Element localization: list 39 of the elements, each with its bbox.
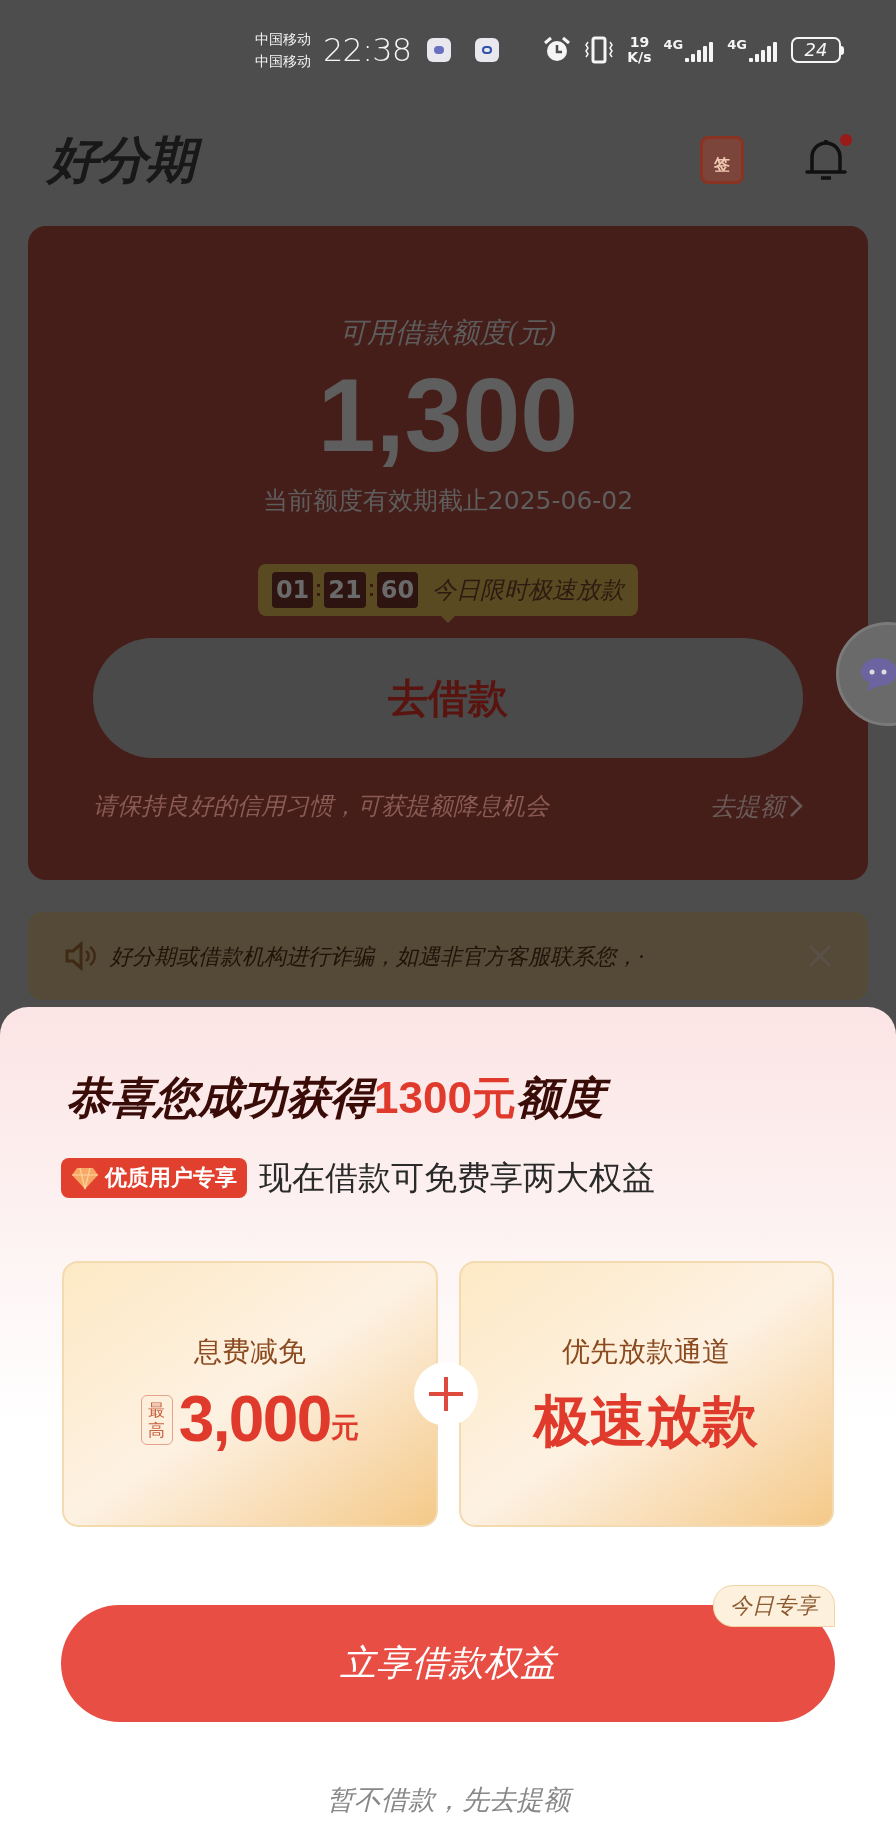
chat-icon [859,656,896,692]
plus-icon [413,1360,479,1427]
speaker-icon [64,941,98,971]
raise-limit-link[interactable]: 去提额 [710,787,803,825]
battery-level: 24 [804,41,828,59]
alarm-clock-icon [543,36,572,64]
sheet-title: 恭喜您成功获得1300元额度 [66,1065,896,1131]
app-notification-icon [427,38,452,62]
chevron-right-icon [789,794,803,819]
countdown-digit: 01 [271,571,314,608]
vibrate-icon [583,36,616,64]
countdown-digit: 60 [376,571,419,608]
credit-tip: 请保持良好的信用习惯，可获提额降息机会 [93,791,549,823]
max-tag: 最高 [140,1394,173,1445]
check-in-label: 签 [714,154,730,176]
time-separator-icon [369,583,373,596]
benefit-value: 极速放款 [534,1386,759,1455]
clock-time: 22:38 [323,30,412,71]
time-separator-icon [317,583,321,596]
network-speed-unit: K/s [627,50,652,65]
network-speed: 19 [629,35,650,50]
countdown-digit: 21 [324,571,366,608]
check-in-calendar-icon[interactable]: 签 [700,136,744,184]
credit-amount: 1,300 [317,360,579,470]
benefit-amount: 3,000 [178,1381,331,1457]
credit-label: 可用借款额度(元) [339,315,557,351]
today-only-tag: 今日专享 [713,1584,835,1627]
expiry-date: 当前额度有效期截止2025-06-02 [262,485,634,517]
app-notification-icon [475,38,500,62]
benefit-title: 息费减免 [193,1333,306,1370]
premium-user-badge: 优质用户专享 [61,1157,247,1198]
network-type: 4G [663,38,684,51]
network-type: 4G [727,38,747,51]
diamond-icon [71,1165,99,1190]
amount-unit: 元 [330,1410,359,1444]
benefit-title: 优先放款通道 [562,1333,731,1370]
sheet-subtitle: 现在借款可免费享两大权益 [259,1157,655,1199]
carrier-name: 中国移动 [255,52,312,71]
carrier-name: 中国移动 [255,30,312,49]
